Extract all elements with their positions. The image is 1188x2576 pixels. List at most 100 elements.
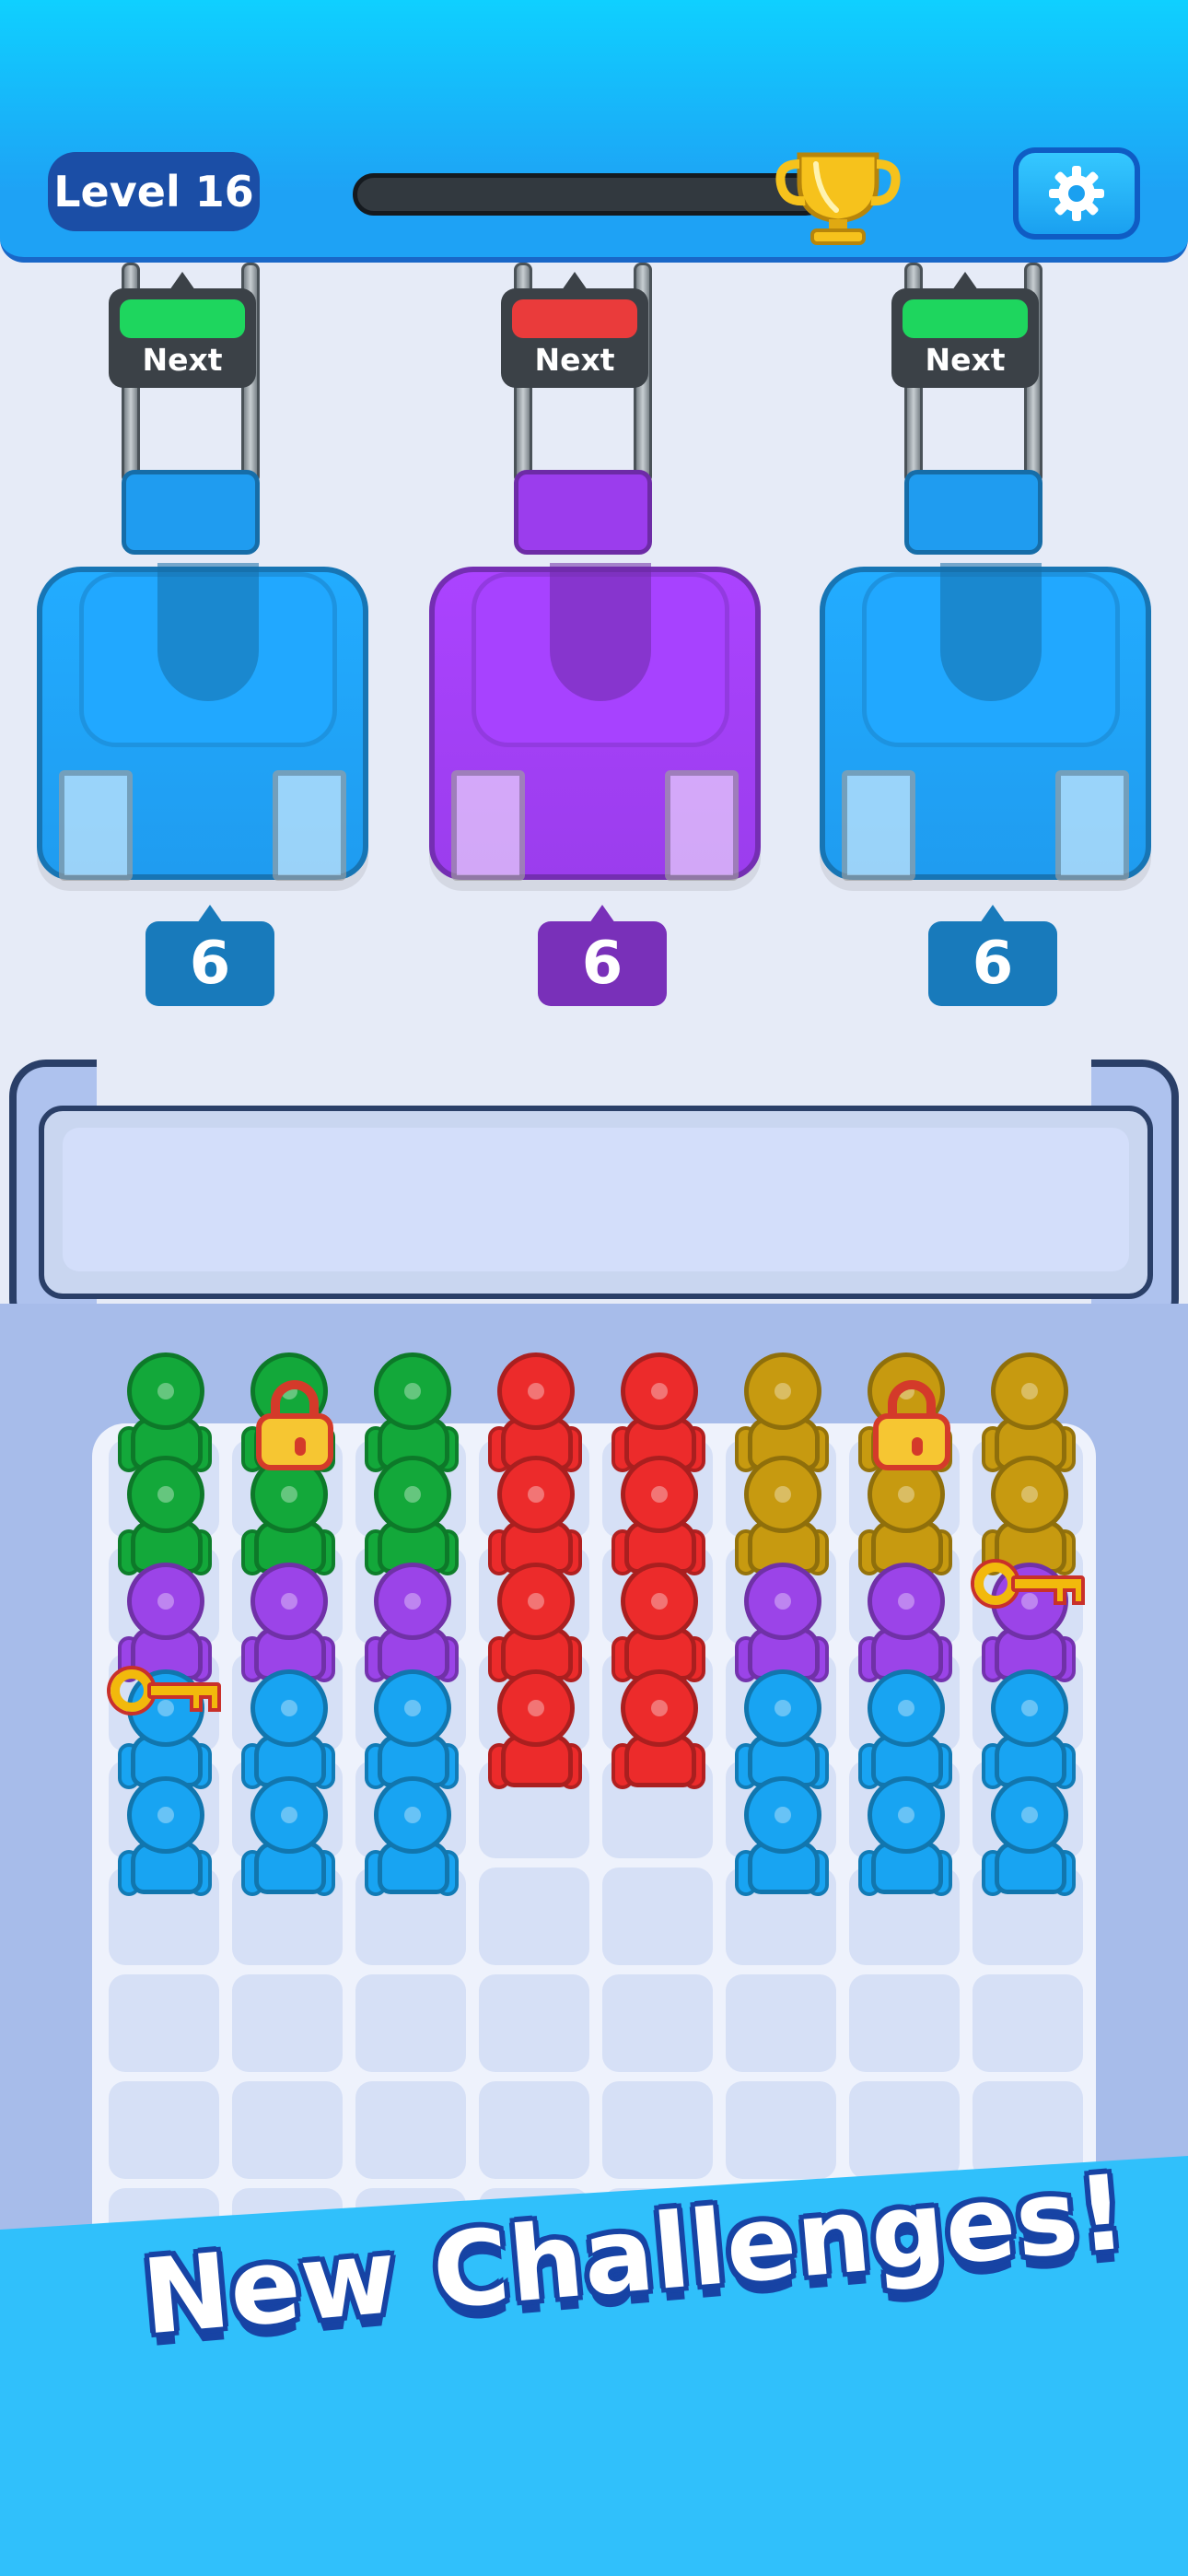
machine-body (37, 563, 368, 881)
board-cell (355, 1974, 466, 2072)
stickman-blue[interactable] (361, 1776, 462, 1905)
board-cell (973, 1974, 1083, 2072)
stickman-head (374, 1352, 451, 1430)
board-cell (479, 2081, 589, 2179)
stickman-head (621, 1563, 698, 1640)
machine-chute (550, 563, 651, 701)
machine-chute (157, 563, 259, 701)
machine-window (665, 770, 739, 881)
stickman-head (621, 1352, 698, 1430)
machine-window (842, 770, 915, 881)
machine-capacity-badge: 6 (538, 905, 667, 1006)
board-cell (355, 2081, 466, 2179)
board-cell (849, 2081, 960, 2179)
stickman-blue[interactable] (238, 1776, 339, 1905)
stickman-head (127, 1352, 204, 1430)
machine-holder (122, 470, 260, 555)
machine-window (273, 770, 346, 881)
stickman-head (744, 1776, 821, 1854)
stickman-head (991, 1669, 1068, 1747)
board-cell (602, 1974, 713, 2072)
stickman-blue[interactable] (855, 1776, 956, 1905)
board-cell (232, 1974, 343, 2072)
padlock-keyhole (295, 1437, 306, 1456)
stickman-head (868, 1776, 945, 1854)
stickman-head (744, 1563, 821, 1640)
padlock-icon (873, 1380, 950, 1470)
stickman-head (621, 1669, 698, 1747)
stickman-head (744, 1352, 821, 1430)
machine-holder (904, 470, 1042, 555)
color-machine[interactable]: Next 6 (429, 263, 779, 1018)
key-icon (111, 1664, 223, 1717)
color-machine[interactable]: Next 6 (820, 263, 1170, 1018)
next-indicator-light (120, 299, 245, 338)
waiting-conveyor (39, 1106, 1153, 1299)
board-cell (232, 2081, 343, 2179)
key-tooth (1072, 1588, 1085, 1605)
machine-chute (940, 563, 1042, 701)
board-cell (726, 2081, 836, 2179)
next-indicator: Next (109, 272, 256, 388)
next-label: Next (925, 342, 1006, 378)
board-cell (479, 1868, 589, 1965)
stickman-head (127, 1776, 204, 1854)
board-cell (109, 2081, 219, 2179)
stickman-red[interactable] (608, 1669, 709, 1798)
machine-window (451, 770, 525, 881)
machine-capacity-badge: 6 (146, 905, 274, 1006)
board-cell (109, 1974, 219, 2072)
board-cell (602, 1868, 713, 1965)
stickman-head (374, 1776, 451, 1854)
stickman-head (991, 1456, 1068, 1533)
board-cell (479, 1974, 589, 2072)
stickman-head (744, 1456, 821, 1533)
next-label: Next (142, 342, 223, 378)
next-indicator-light (903, 299, 1028, 338)
machine-capacity-badge: 6 (928, 905, 1057, 1006)
color-machine[interactable]: Next 6 (37, 263, 387, 1018)
next-indicator: Next (891, 272, 1039, 388)
level-progress-bar (353, 173, 827, 216)
stickman-head (127, 1563, 204, 1640)
board-cell (726, 1974, 836, 2072)
settings-button[interactable] (1013, 147, 1140, 240)
stickman-head (868, 1669, 945, 1747)
stickman-head (374, 1456, 451, 1533)
next-label: Next (534, 342, 615, 378)
machine-body (820, 563, 1151, 881)
machine-window (59, 770, 133, 881)
stickman-head (250, 1563, 328, 1640)
stickman-head (497, 1669, 575, 1747)
padlock-body (256, 1413, 333, 1470)
trophy-icon (774, 136, 903, 247)
machine-body (429, 563, 761, 881)
padlock-icon (256, 1380, 333, 1470)
stickman-head (497, 1352, 575, 1430)
stickman-red[interactable] (484, 1669, 586, 1798)
stickman-head (991, 1776, 1068, 1854)
stickman-head (497, 1456, 575, 1533)
key-tooth (208, 1695, 221, 1712)
next-indicator-light (512, 299, 637, 338)
stickman-head (621, 1456, 698, 1533)
stickman-head (250, 1669, 328, 1747)
stickman-blue[interactable] (114, 1776, 215, 1905)
stickman-head (374, 1563, 451, 1640)
padlock-keyhole (912, 1437, 923, 1456)
stickman-head (868, 1563, 945, 1640)
padlock-body (873, 1413, 950, 1470)
machine-window (1055, 770, 1129, 881)
stickman-head (127, 1456, 204, 1533)
stickman-blue[interactable] (978, 1776, 1079, 1905)
stickman-head (374, 1669, 451, 1747)
key-icon (974, 1557, 1087, 1610)
next-indicator: Next (501, 272, 648, 388)
stickman-head (497, 1563, 575, 1640)
stickman-blue[interactable] (731, 1776, 833, 1905)
level-label: Level 16 (48, 152, 260, 231)
key-tooth (190, 1695, 203, 1712)
stickman-head (991, 1352, 1068, 1430)
board-cell (849, 1974, 960, 2072)
board-cell (602, 2081, 713, 2179)
